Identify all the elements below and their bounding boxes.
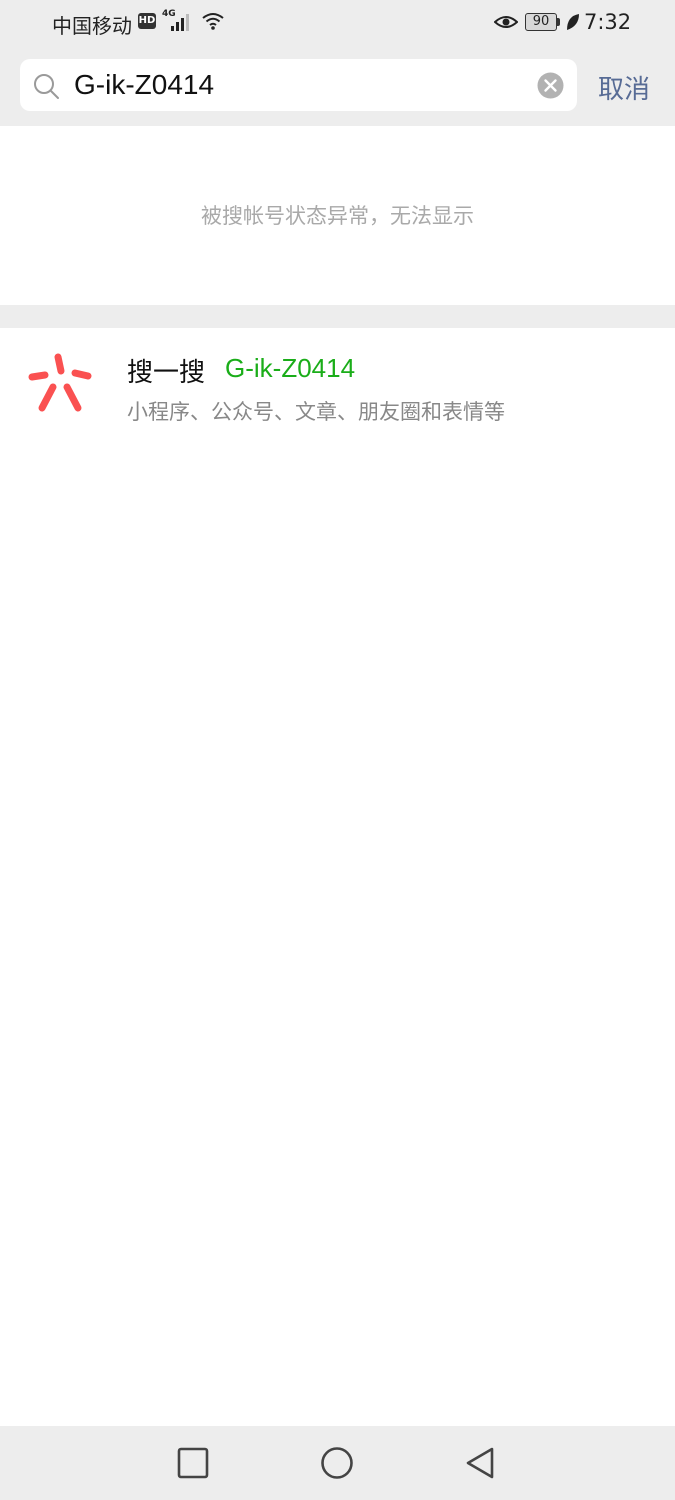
carrier-name: 中国移动 [52,14,132,38]
section-divider [0,305,675,328]
search-box[interactable] [20,59,577,111]
status-bar: 中国移动 HD 4G 90 7:32 [0,0,675,46]
battery-indicator: 90 [525,13,557,31]
account-abnormal-notice: 被搜帐号状态异常，无法显示 [201,204,474,228]
eye-icon [494,16,518,28]
sousou-logo-icon [28,353,92,412]
sousou-subtitle: 小程序、公众号、文章、朋友圈和表情等 [127,400,505,424]
clock: 7:32 [584,10,632,34]
cancel-button[interactable]: 取消 [598,69,650,106]
system-nav-bar [0,1426,675,1500]
search-header: 取消 [0,46,675,126]
search-icon [34,74,59,99]
triangle-back-icon[interactable] [464,1446,498,1480]
battery-tip [557,18,560,26]
signal-icon [171,14,189,31]
square-icon[interactable] [176,1446,210,1480]
circle-icon[interactable] [320,1446,354,1480]
sousou-query: G-ik-Z0414 [225,353,356,383]
hd-badge: HD [138,13,156,29]
sousou-search-item[interactable]: 搜一搜 G-ik-Z0414 小程序、公众号、文章、朋友圈和表情等 [0,328,675,433]
sousou-title: 搜一搜 [127,358,206,388]
clear-icon[interactable] [537,72,564,99]
wifi-icon [202,13,224,30]
search-input[interactable] [74,67,524,103]
notice-area: 被搜帐号状态异常，无法显示 [0,126,675,305]
leaf-icon [567,14,579,30]
